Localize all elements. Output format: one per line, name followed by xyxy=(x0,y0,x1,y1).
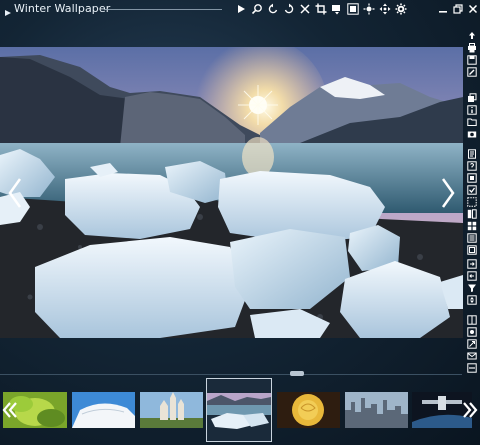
sort-icon[interactable] xyxy=(467,290,477,305)
filter-icon[interactable] xyxy=(467,278,477,292)
splitter-handle[interactable] xyxy=(290,371,304,376)
toolbar xyxy=(234,0,407,18)
rotate-left-icon[interactable] xyxy=(266,3,279,16)
window-controls xyxy=(437,0,478,18)
check-icon[interactable] xyxy=(467,180,477,195)
document-icon[interactable] xyxy=(467,144,477,159)
thumbnail-castle[interactable] xyxy=(140,392,203,428)
copy-icon[interactable] xyxy=(467,88,477,102)
close-icon[interactable] xyxy=(467,3,478,15)
frame-icon[interactable] xyxy=(467,240,477,255)
main-image[interactable] xyxy=(0,47,463,338)
thumbnail-white-building[interactable] xyxy=(72,392,135,428)
camera-icon[interactable] xyxy=(467,124,477,138)
title-bar: Winter Wallpaper xyxy=(0,0,480,18)
compare-icon[interactable] xyxy=(467,310,477,325)
print-icon[interactable] xyxy=(467,38,477,53)
save-icon[interactable] xyxy=(467,50,477,65)
mail-icon[interactable] xyxy=(467,346,477,360)
page-icon[interactable] xyxy=(467,168,477,183)
app-icon xyxy=(3,3,13,16)
right-sidebar xyxy=(466,22,478,373)
filmstrip xyxy=(0,378,480,445)
move-icon[interactable] xyxy=(378,3,391,16)
filmstrip-previous-arrow[interactable] xyxy=(2,400,18,420)
window-title: Winter Wallpaper xyxy=(14,2,111,15)
filmstrip-splitter xyxy=(0,371,462,377)
share-icon[interactable] xyxy=(467,334,477,349)
restore-icon[interactable] xyxy=(452,3,463,15)
settings-icon[interactable] xyxy=(394,3,407,16)
thumbnail-yellow-rose[interactable] xyxy=(277,392,340,428)
play-icon[interactable] xyxy=(234,3,247,16)
rotate-right-icon[interactable] xyxy=(282,3,295,16)
crop-icon[interactable] xyxy=(314,3,327,16)
tag-icon[interactable] xyxy=(467,322,477,337)
edit-icon[interactable] xyxy=(467,62,477,77)
zoom-icon[interactable] xyxy=(250,3,263,16)
title-divider xyxy=(104,9,222,10)
select-icon[interactable] xyxy=(467,192,477,207)
folder-icon[interactable] xyxy=(467,112,477,126)
upload-icon[interactable] xyxy=(467,26,477,39)
close-image-icon[interactable] xyxy=(298,3,311,16)
thumbnail-city-skyline[interactable] xyxy=(345,392,408,428)
info-icon[interactable] xyxy=(467,100,477,115)
layout-icon[interactable] xyxy=(467,204,477,219)
grid-icon[interactable] xyxy=(467,216,477,231)
help-icon[interactable] xyxy=(467,156,477,171)
previous-image-arrow[interactable] xyxy=(6,176,24,210)
thumbnail-winter-lake[interactable] xyxy=(206,378,272,442)
fullscreen-icon[interactable] xyxy=(346,3,359,16)
export-icon[interactable] xyxy=(467,254,477,269)
dropdown-arrow-icon[interactable] xyxy=(330,3,343,16)
brightness-icon[interactable] xyxy=(362,3,375,16)
next-image-arrow[interactable] xyxy=(439,176,457,210)
list-icon[interactable] xyxy=(467,228,477,243)
minimize-icon[interactable] xyxy=(437,3,448,15)
more-icon[interactable] xyxy=(467,358,477,373)
import-icon[interactable] xyxy=(467,266,477,281)
filmstrip-next-arrow[interactable] xyxy=(462,400,478,420)
splitter-line xyxy=(0,374,462,375)
